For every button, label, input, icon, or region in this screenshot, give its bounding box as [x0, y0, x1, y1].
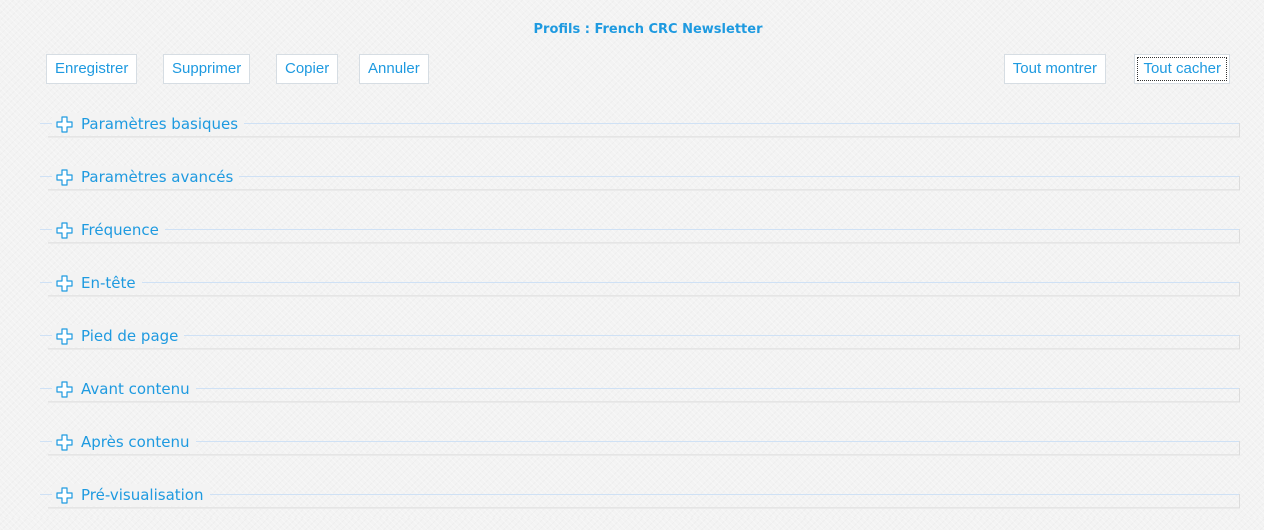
section-toggle-before-content[interactable]: Avant contenu [52, 378, 196, 400]
section-label: Fréquence [81, 221, 159, 239]
plus-expand-icon [56, 433, 73, 451]
section-shadow [48, 189, 1240, 191]
section-divider [40, 335, 1240, 336]
section-frequency: Fréquence [40, 212, 1240, 265]
section-advanced-settings: Paramètres avancés [40, 159, 1240, 212]
section-edge [1239, 388, 1240, 402]
plus-expand-icon [56, 327, 73, 345]
section-divider [40, 229, 1240, 230]
section-shadow [48, 295, 1240, 297]
section-divider [40, 388, 1240, 389]
section-after-content: Après contenu [40, 424, 1240, 477]
section-divider [40, 441, 1240, 442]
hide-all-button[interactable]: Tout cacher [1134, 54, 1230, 84]
section-label: En-tête [81, 274, 136, 292]
section-label: Pied de page [81, 327, 179, 345]
section-toggle-after-content[interactable]: Après contenu [52, 431, 196, 453]
section-toggle-advanced-settings[interactable]: Paramètres avancés [52, 166, 240, 188]
page-title: Profils : French CRC Newsletter [533, 22, 763, 37]
section-label: Après contenu [81, 433, 190, 451]
section-basic-settings: Paramètres basiques [40, 106, 1240, 159]
section-shadow [48, 401, 1240, 403]
plus-expand-icon [56, 486, 73, 504]
profile-page: Profils : French CRC Newsletter Enregist… [0, 0, 1264, 518]
section-shadow [48, 454, 1240, 456]
copy-button[interactable]: Copier [276, 54, 339, 84]
plus-expand-icon [56, 168, 73, 186]
section-header: En-tête [40, 265, 1240, 318]
section-edge [1239, 282, 1240, 296]
toolbar: Enregistrer Supprimer Copier Annuler Tou… [46, 54, 1230, 86]
section-toggle-preview[interactable]: Pré-visualisation [52, 484, 210, 506]
section-label: Avant contenu [81, 380, 190, 398]
section-before-content: Avant contenu [40, 371, 1240, 424]
section-edge [1239, 494, 1240, 508]
section-shadow [48, 242, 1240, 244]
save-button[interactable]: Enregistrer [46, 54, 138, 84]
section-edge [1239, 335, 1240, 349]
section-edge [1239, 229, 1240, 243]
collapsible-sections: Paramètres basiques Paramètres avancés F… [40, 106, 1240, 530]
plus-expand-icon [56, 115, 73, 133]
show-all-button[interactable]: Tout montrer [1003, 54, 1106, 84]
section-toggle-basic-settings[interactable]: Paramètres basiques [52, 113, 245, 135]
section-shadow [48, 136, 1240, 138]
section-divider [40, 282, 1240, 283]
plus-expand-icon [56, 221, 73, 239]
plus-expand-icon [56, 274, 73, 292]
cancel-button[interactable]: Annuler [359, 54, 429, 84]
section-toggle-header[interactable]: En-tête [52, 272, 142, 294]
section-toggle-footer[interactable]: Pied de page [52, 325, 185, 347]
section-label: Pré-visualisation [81, 486, 204, 504]
section-edge [1239, 441, 1240, 455]
section-edge [1239, 176, 1240, 190]
section-label: Paramètres avancés [81, 168, 234, 186]
plus-expand-icon [56, 380, 73, 398]
section-preview: Pré-visualisation [40, 477, 1240, 530]
section-label: Paramètres basiques [81, 115, 239, 133]
section-edge [1239, 123, 1240, 137]
section-divider [40, 494, 1240, 495]
section-footer: Pied de page [40, 318, 1240, 371]
delete-button[interactable]: Supprimer [163, 54, 251, 84]
section-shadow [48, 348, 1240, 350]
section-shadow [48, 507, 1240, 509]
section-toggle-frequency[interactable]: Fréquence [52, 219, 165, 241]
